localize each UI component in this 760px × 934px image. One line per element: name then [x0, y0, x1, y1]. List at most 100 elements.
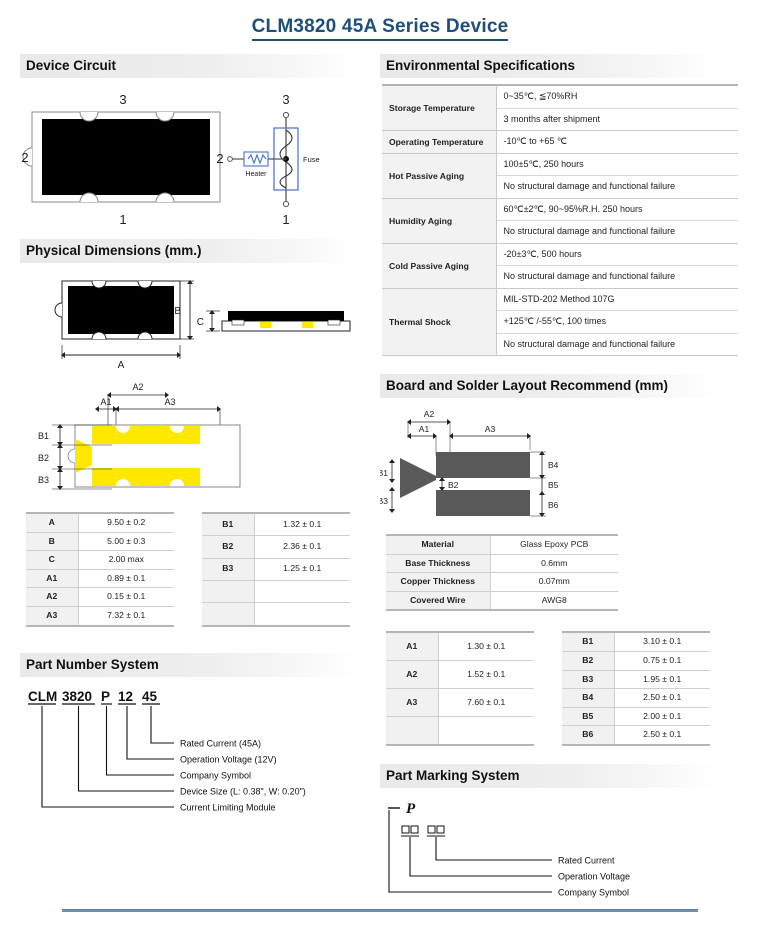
- dimension-value: 2.50 ± 0.1: [614, 688, 710, 708]
- dimension-row: A2 0.15 ± 0.1: [26, 587, 174, 607]
- left-column: Device Circuit 3 1 2 3 1 2 Heater Fuse P…: [20, 54, 360, 924]
- part-number-callout: Operation Voltage (12V): [180, 754, 277, 764]
- material-key: Material: [386, 533, 491, 555]
- environmental-row-value: 60℃±2℃, 90~95%R.H. 250 hours: [496, 198, 738, 221]
- svg-text:C: C: [197, 317, 204, 328]
- material-row: Copper Thickness 0.07mm: [386, 572, 618, 592]
- dimension-label: B3: [202, 558, 255, 581]
- environmental-row-value: 100±5℃, 250 hours: [496, 153, 738, 176]
- part-marking-leader-line: [388, 809, 552, 893]
- part-number-callout: Device Size (L: 0.38", W: 0.20"): [180, 786, 306, 796]
- environmental-row: Thermal Shock MIL-STD-202 Method 107G: [382, 287, 738, 356]
- svg-text:A: A: [118, 360, 125, 371]
- environmental-row: Humidity Aging 60℃±2℃, 90~95%R.H. 250 hou…: [382, 197, 738, 244]
- environmental-row-value: 0~35℃, ≦70%RH: [496, 84, 738, 109]
- part-number-leader-line: [77, 705, 174, 792]
- part-number-segment: 45: [142, 689, 158, 704]
- svg-text:B3: B3: [38, 475, 49, 485]
- part-marking-diagram: P Rated Current Operation Voltage Company S…: [380, 794, 720, 914]
- dimension-value: 1.95 ± 0.1: [614, 670, 710, 690]
- section-header-physical-dimensions: Physical Dimensions (mm.): [20, 239, 360, 263]
- board-dimension-row: A3 7.60 ± 0.1: [386, 688, 534, 717]
- svg-text:B4: B4: [548, 460, 559, 470]
- page-title-text: CLM3820 45A Series Device: [251, 16, 509, 41]
- dimension-row: B2 2.36 ± 0.1: [202, 535, 350, 559]
- dimension-value: 1.52 ± 0.1: [438, 660, 534, 690]
- svg-text:B2: B2: [38, 453, 49, 463]
- dimension-label: B5: [562, 707, 615, 727]
- dimension-value: 7.32 ± 0.1: [78, 606, 174, 627]
- board-dimension-row: B6 2.50 ± 0.1: [562, 725, 710, 746]
- dimension-label: [386, 716, 439, 746]
- dimension-value: 7.60 ± 0.1: [438, 688, 534, 717]
- part-number-segment: 3820: [62, 689, 92, 704]
- dimension-row: [202, 602, 350, 627]
- svg-text:A3: A3: [164, 397, 175, 407]
- part-marking-placeholder-box: [410, 825, 419, 834]
- right-column: Environmental Specifications Storage Tem…: [380, 54, 738, 924]
- board-table-b: B1 3.10 ± 0.1 B2 0.75 ± 0.1 B3 1.95 ± 0.1 B4 2.…: [562, 631, 710, 746]
- part-marking-leader-line: [435, 836, 552, 861]
- board-dimension-row: B2 0.75 ± 0.1: [562, 651, 710, 671]
- section-header-device-circuit: Device Circuit: [20, 54, 360, 78]
- environmental-row: Storage Temperature 0~35℃, ≦70%RH: [382, 84, 738, 131]
- material-value: Glass Epoxy PCB: [490, 533, 618, 555]
- dimension-row: B1 1.32 ± 0.1: [202, 512, 350, 537]
- section-board-solder-layout: Board and Solder Layout Recommend (mm) A…: [380, 374, 720, 746]
- environmental-row-key: Cold Passive Aging: [382, 242, 497, 289]
- dimension-row: A3 7.32 ± 0.1: [26, 606, 174, 627]
- dimension-value: [254, 602, 350, 627]
- dimension-label: C: [26, 550, 79, 570]
- part-number-callout: Company Symbol: [180, 770, 251, 780]
- pad-layout-drawing: A2 A1 A3 B1 B2 B3: [20, 379, 360, 504]
- part-number-diagram: CLM 3820 P 12 45 Rated Current (45A) Operation…: [20, 683, 360, 843]
- dimension-value: 5.00 ± 0.3: [78, 532, 174, 552]
- environmental-row-value: MIL-STD-202 Method 107G: [496, 288, 738, 311]
- page-title: CLM3820 45A Series Device: [0, 0, 760, 41]
- section-part-marking-system: Part Marking System P Rated Current Operat…: [380, 763, 720, 914]
- svg-text:2: 2: [21, 150, 28, 165]
- dimension-row: B3 1.25 ± 0.1: [202, 558, 350, 581]
- part-number-segment: P: [101, 689, 110, 704]
- dimension-value: [438, 716, 534, 746]
- part-number-callout: Rated Current (45A): [180, 738, 261, 748]
- material-row: Covered Wire AWG8: [386, 591, 618, 612]
- dimension-label: A3: [26, 606, 79, 627]
- dimension-value: 1.25 ± 0.1: [254, 558, 350, 581]
- material-table: Material Glass Epoxy PCB Base Thickness 0.6…: [386, 533, 618, 612]
- dimension-label: B1: [202, 512, 255, 537]
- section-header-part-number-system: Part Number System: [20, 652, 360, 677]
- dimension-table-b: B1 1.32 ± 0.1 B2 2.36 ± 0.1 B3 1.25 ± 0.1: [202, 512, 350, 627]
- footer-rule: [62, 909, 698, 912]
- dimension-label: A3: [386, 688, 439, 717]
- dimension-label: [202, 602, 255, 627]
- dimension-label: B6: [562, 725, 615, 746]
- environmental-row: Hot Passive Aging 100±5℃, 250 hours: [382, 152, 738, 199]
- dimension-label: B: [26, 532, 79, 552]
- svg-text:3: 3: [119, 92, 126, 107]
- material-row: Material Glass Epoxy PCB: [386, 533, 618, 555]
- material-key: Covered Wire: [386, 591, 491, 612]
- section-header-board-solder-layout: Board and Solder Layout Recommend (mm): [380, 374, 720, 398]
- environmental-row-value: No structural damage and functional fail…: [496, 265, 738, 289]
- physical-dimension-tables: A 9.50 ± 0.2 B 5.00 ± 0.3 C 2.00 max A1 0.89 ± …: [20, 511, 360, 627]
- part-number-callout: Current Limiting Module: [180, 802, 276, 812]
- dimension-value: 1.30 ± 0.1: [438, 631, 534, 662]
- part-marking-leader-line: [409, 836, 552, 877]
- part-marking-placeholder-box: [427, 825, 436, 834]
- svg-text:A1: A1: [100, 397, 111, 407]
- section-physical-dimensions: Physical Dimensions (mm.) B A C A2 A1 A3…: [20, 239, 360, 627]
- part-marking-callout: Rated Current: [558, 855, 615, 865]
- svg-text:Fuse: Fuse: [303, 155, 320, 164]
- material-key: Copper Thickness: [386, 572, 491, 592]
- dimension-label: A1: [386, 631, 439, 662]
- environmental-row-key: Hot Passive Aging: [382, 152, 497, 199]
- environmental-row-key: Storage Temperature: [382, 84, 497, 131]
- dimension-value: 2.36 ± 0.1: [254, 535, 350, 559]
- svg-text:A2: A2: [132, 382, 143, 392]
- physical-dimensions-drawing: B A C: [20, 269, 360, 379]
- dimension-value: 0.75 ± 0.1: [614, 651, 710, 671]
- part-marking-placeholder-box: [401, 825, 410, 834]
- part-number-segment: CLM: [28, 689, 57, 704]
- part-marking-callout: Company Symbol: [558, 887, 629, 897]
